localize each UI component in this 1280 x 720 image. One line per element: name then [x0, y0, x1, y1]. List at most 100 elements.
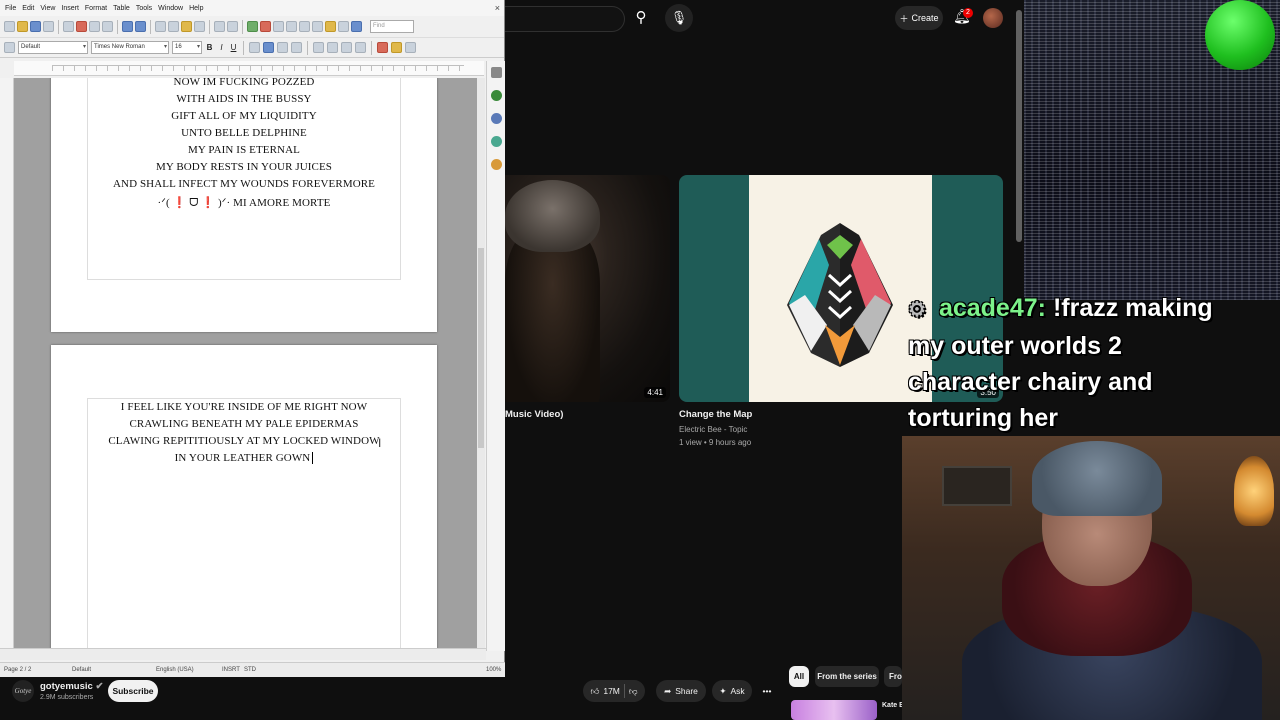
increase-indent-icon[interactable]: [355, 42, 366, 53]
open-icon[interactable]: [17, 21, 28, 32]
print-preview-icon[interactable]: [102, 21, 113, 32]
video-thumbnail[interactable]: [791, 700, 877, 720]
background-color-icon[interactable]: [405, 42, 416, 53]
print-icon[interactable]: [89, 21, 100, 32]
styles-sidebar-icon[interactable]: [490, 113, 502, 124]
video-thumbnail[interactable]: 4:41: [505, 175, 670, 402]
clone-format-icon[interactable]: [194, 21, 205, 32]
page-2[interactable]: I FEEL LIKE YOU'RE INSIDE OF ME RIGHT NO…: [51, 345, 437, 648]
paragraph-style-select[interactable]: Default: [18, 41, 88, 54]
font-name-select[interactable]: Times New Roman: [91, 41, 169, 54]
avatar[interactable]: [983, 8, 1003, 28]
underline-button[interactable]: U: [229, 43, 238, 52]
formatting-marks-icon[interactable]: [325, 21, 336, 32]
microphone-icon[interactable]: 🎙: [665, 4, 693, 32]
menu-bar: File Edit View Insert Format Table Tools…: [0, 0, 504, 16]
menu-edit[interactable]: Edit: [19, 5, 37, 12]
menu-tools[interactable]: Tools: [133, 5, 155, 12]
ask-button[interactable]: ✦ Ask: [712, 680, 752, 702]
scrollbar-thumb[interactable]: [478, 248, 484, 448]
like-count[interactable]: 17M: [603, 686, 620, 696]
language-status[interactable]: English (USA): [156, 667, 194, 673]
menu-file[interactable]: File: [2, 5, 19, 12]
export-pdf-icon[interactable]: [76, 21, 87, 32]
align-left-icon[interactable]: [249, 42, 260, 53]
cut-icon[interactable]: [155, 21, 166, 32]
italic-button[interactable]: I: [217, 43, 226, 52]
undo-icon[interactable]: [214, 21, 225, 32]
highlight-icon[interactable]: [391, 42, 402, 53]
search-icon[interactable]: ⚲: [627, 4, 655, 32]
selection-mode[interactable]: STD: [244, 667, 256, 673]
share-button[interactable]: ➦ Share: [656, 680, 706, 702]
font-color-icon[interactable]: [377, 42, 388, 53]
video-title[interactable]: Change the Map: [679, 409, 752, 420]
page-1[interactable]: NOW IM FUCKING POZZED WITH AIDS IN THE B…: [51, 78, 437, 332]
styles-icon[interactable]: [4, 42, 15, 53]
gallery-sidebar-icon[interactable]: [490, 136, 502, 147]
menu-window[interactable]: Window: [155, 5, 186, 12]
zoom-icon[interactable]: [338, 21, 349, 32]
sidebar-menu-icon[interactable]: [490, 67, 502, 78]
copy-icon[interactable]: [168, 21, 179, 32]
zoom-level[interactable]: 100%: [486, 667, 501, 673]
gallery-icon[interactable]: [312, 21, 323, 32]
more-actions-button[interactable]: •••: [756, 680, 778, 702]
page-count[interactable]: Page 2 / 2: [4, 667, 31, 673]
new-icon[interactable]: [4, 21, 15, 32]
chip-all[interactable]: All: [789, 666, 809, 687]
chip-from[interactable]: From: [884, 666, 902, 687]
text-line: IN YOUR LEATHER GOWN: [88, 450, 400, 467]
page-scrollbar[interactable]: [1016, 10, 1022, 242]
menu-table[interactable]: Table: [110, 5, 133, 12]
navigator-icon[interactable]: [260, 21, 271, 32]
close-document-icon[interactable]: ×: [495, 3, 500, 13]
decrease-indent-icon[interactable]: [341, 42, 352, 53]
menu-format[interactable]: Format: [82, 5, 110, 12]
thumbs-up-icon[interactable]: 👍︎: [590, 686, 599, 697]
properties-icon[interactable]: [490, 90, 502, 101]
hyperlink-icon[interactable]: [247, 21, 258, 32]
horizontal-ruler[interactable]: [14, 61, 484, 76]
vertical-ruler[interactable]: [0, 78, 14, 648]
bold-button[interactable]: B: [205, 43, 214, 52]
text-area[interactable]: I FEEL LIKE YOU'RE INSIDE OF ME RIGHT NO…: [87, 398, 401, 648]
navigator-sidebar-icon[interactable]: [490, 159, 502, 170]
document-canvas[interactable]: NOW IM FUCKING POZZED WITH AIDS IN THE B…: [14, 78, 477, 648]
numbering-icon[interactable]: [313, 42, 324, 53]
channel-name[interactable]: gotyemusic ✔: [40, 681, 103, 692]
table-icon[interactable]: [273, 21, 284, 32]
menu-help[interactable]: Help: [186, 5, 206, 12]
channel-avatar[interactable]: Gotye: [12, 680, 34, 702]
vertical-scrollbar[interactable]: [477, 78, 485, 648]
paste-icon[interactable]: [181, 21, 192, 32]
search-input[interactable]: [505, 6, 625, 32]
channel-name[interactable]: Electric Bee - Topic: [679, 425, 747, 434]
help-icon[interactable]: [351, 21, 362, 32]
font-size-select[interactable]: 16: [172, 41, 202, 54]
create-button[interactable]: ＋ Create: [895, 6, 943, 30]
subscribe-button[interactable]: Subscribe: [108, 680, 158, 702]
align-center-icon[interactable]: [263, 42, 274, 53]
horizontal-scrollbar[interactable]: [0, 648, 486, 660]
justify-icon[interactable]: [291, 42, 302, 53]
text-area[interactable]: NOW IM FUCKING POZZED WITH AIDS IN THE B…: [87, 78, 401, 280]
email-icon[interactable]: [43, 21, 54, 32]
show-draw-icon[interactable]: [286, 21, 297, 32]
menu-insert[interactable]: Insert: [58, 5, 82, 12]
spellcheck-icon[interactable]: [122, 21, 133, 32]
find-input[interactable]: Find: [370, 20, 414, 33]
video-title[interactable]: Music Video): [505, 409, 563, 420]
menu-view[interactable]: View: [37, 5, 58, 12]
page-style[interactable]: Default: [72, 667, 91, 673]
redo-icon[interactable]: [227, 21, 238, 32]
autospell-icon[interactable]: [135, 21, 146, 32]
save-icon[interactable]: [30, 21, 41, 32]
insert-mode[interactable]: INSRT: [222, 667, 240, 673]
align-right-icon[interactable]: [277, 42, 288, 53]
bullets-icon[interactable]: [327, 42, 338, 53]
find-replace-icon[interactable]: [299, 21, 310, 32]
edit-file-icon[interactable]: [63, 21, 74, 32]
thumbs-down-icon[interactable]: 👎︎: [629, 686, 638, 697]
chip-from-the-series[interactable]: From the series: [815, 666, 879, 687]
